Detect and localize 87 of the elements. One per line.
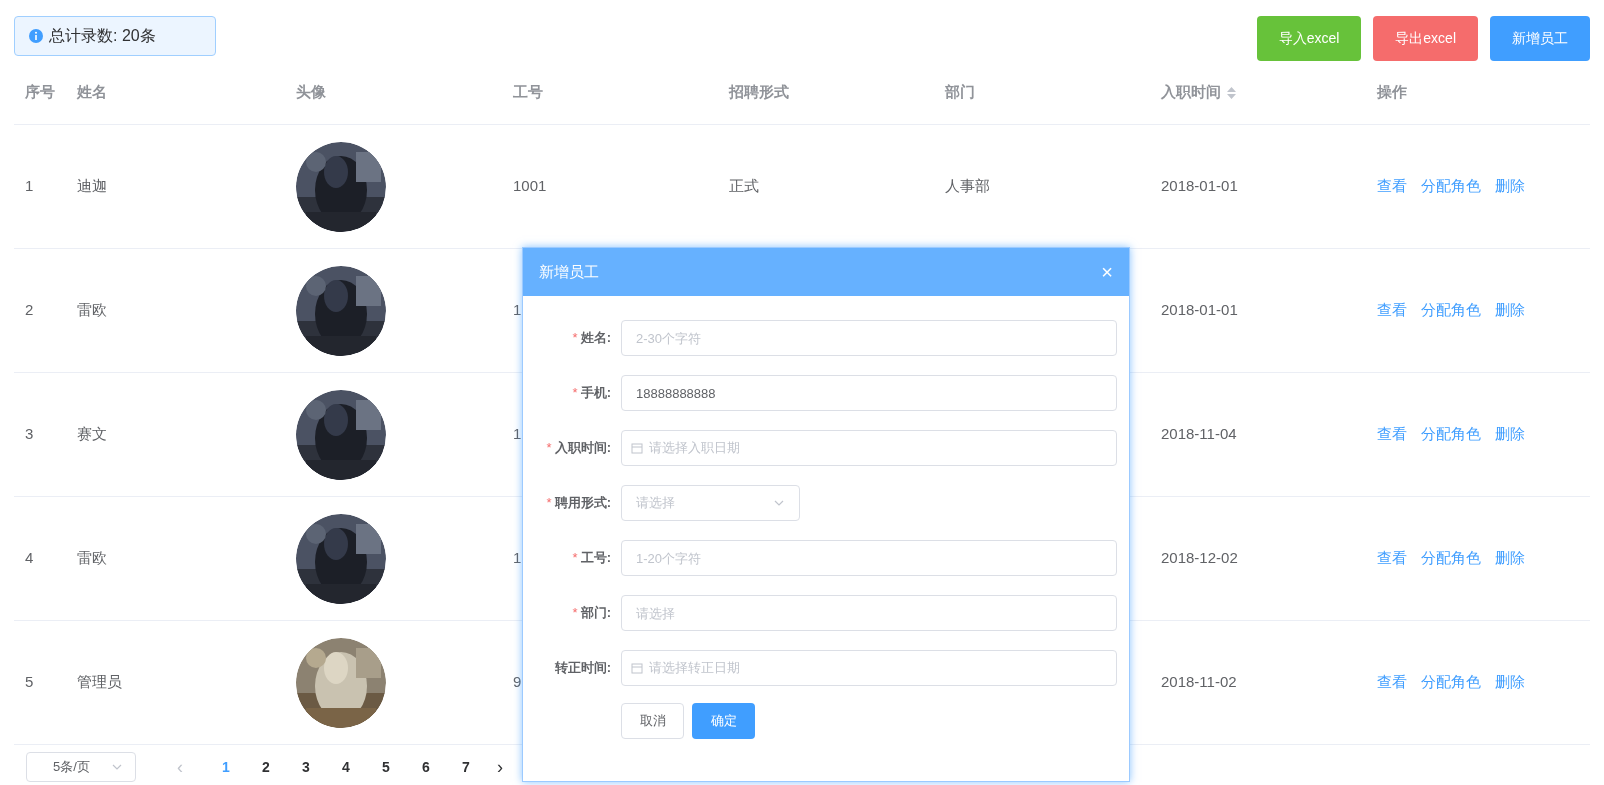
record-count: 总计录数: 20条 [49,26,156,46]
page-number[interactable]: 5 [366,756,406,778]
table-cell-text: 迪迦 [77,176,108,197]
field-label: 入职时间: [554,439,611,458]
action-link[interactable]: 分配角色 [1421,547,1481,570]
column-header: 头像 [296,82,326,103]
next-page-button[interactable]: › [486,753,514,781]
input-field[interactable]: 请选择 [621,595,1117,631]
prev-page-button[interactable]: ‹ [166,753,194,781]
field-label: 手机: [580,384,611,403]
column-header: 部门 [945,82,975,103]
required-mark: * [572,384,578,403]
column-header: 操作 [1377,82,1407,103]
action-link[interactable]: 分配角色 [1421,423,1481,446]
dialog-button[interactable]: 确定 [692,703,755,739]
table-cell-text: 4 [25,548,35,569]
field-label: 工号: [580,549,611,568]
table-cell: 9 [513,673,522,691]
action-link[interactable]: 删除 [1495,671,1525,694]
calendar-icon [631,662,643,674]
required-mark: * [572,604,578,623]
required-mark: * [546,439,552,458]
page-number[interactable]: 4 [326,756,366,778]
column-header: 入职时间 [1161,82,1221,103]
sort-icon[interactable] [1227,86,1236,99]
input-field[interactable]: 2-30个字符 [621,320,1117,356]
page-number[interactable]: 6 [406,756,446,778]
table-cell-text: 2018-12-02 [1161,548,1239,569]
required-mark: * [572,549,578,568]
calendar-icon [631,442,643,454]
table-cell-text: 1 [25,176,35,197]
table-cell: 人事部 [945,177,990,195]
column-header: 工号 [513,82,543,103]
field-label: 姓名: [580,329,611,348]
table-cell: 1 [513,425,522,443]
action-link[interactable]: 删除 [1495,547,1525,570]
column-header: 序号 [25,82,55,103]
table-cell: 1 [513,301,522,319]
page-number[interactable]: 3 [286,756,326,778]
page-number[interactable]: 7 [446,756,486,778]
info-icon [29,29,43,43]
dialog-title: 新增员工 [539,261,599,282]
table-cell-text: 雷欧 [77,548,108,569]
date-field[interactable]: 请选择入职日期 [621,430,1117,466]
table-cell-text: 2018-01-01 [1161,176,1239,197]
action-link[interactable]: 查看 [1377,671,1407,694]
page-number[interactable]: 2 [246,756,286,778]
action-link[interactable]: 分配角色 [1421,175,1481,198]
action-link[interactable]: 删除 [1495,423,1525,446]
action-link[interactable]: 查看 [1377,423,1407,446]
select-field[interactable]: 请选择 [621,485,800,521]
required-mark: * [572,329,578,348]
close-button[interactable]: × [1101,262,1113,282]
field-label: 部门: [580,604,611,623]
table-cell-text: 3 [25,424,35,445]
action-link[interactable]: 查看 [1377,547,1407,570]
column-header: 姓名 [77,82,107,103]
date-field[interactable]: 请选择转正日期 [621,650,1117,686]
table-cell-text: 赛文 [77,424,108,445]
action-link[interactable]: 删除 [1495,175,1525,198]
table-cell-text: 2018-11-02 [1161,672,1238,693]
input-field[interactable]: 1-20个字符 [621,540,1117,576]
page-size-select[interactable]: 5条/页 [26,752,136,782]
table-cell-text: 管理员 [77,672,123,693]
table-cell-text: 2018-11-04 [1161,424,1238,445]
table-cell-text: 2 [25,300,35,321]
action-button[interactable]: 新增员工 [1490,16,1590,61]
action-link[interactable]: 查看 [1377,299,1407,322]
table-cell-text: 2018-01-01 [1161,300,1239,321]
required-mark: * [546,494,552,513]
action-link[interactable]: 查看 [1377,175,1407,198]
action-button[interactable]: 导出excel [1373,16,1478,61]
table-cell: 1 [513,549,522,567]
field-label: 转正时间: [554,659,611,678]
column-header: 招聘形式 [729,82,789,103]
table-cell-text: 雷欧 [77,300,108,321]
action-link[interactable]: 分配角色 [1421,299,1481,322]
action-link[interactable]: 分配角色 [1421,671,1481,694]
field-label: 聘用形式: [554,494,611,513]
table-cell: 1001 [513,177,547,195]
action-link[interactable]: 删除 [1495,299,1525,322]
table-cell-text: 5 [25,672,35,693]
table-cell: 正式 [729,177,759,195]
action-button[interactable]: 导入excel [1256,16,1362,61]
input-field[interactable]: 18888888888 [621,375,1117,411]
dialog-button[interactable]: 取消 [621,703,684,739]
page-number[interactable]: 1 [206,756,246,778]
